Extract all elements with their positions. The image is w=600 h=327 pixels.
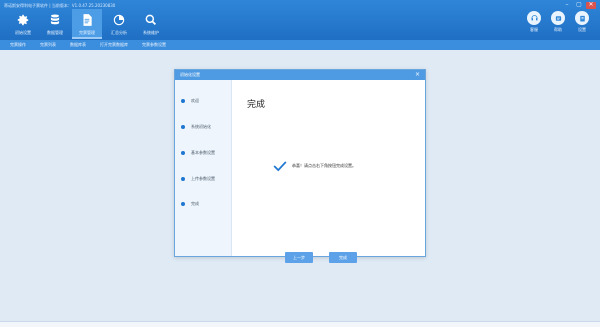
dialog-body: 欢迎 系统初始化 基本参数设置 上传参数设置 完成 完成 恭喜！请点击右下角按钮… [175, 80, 425, 263]
success-message: 恭喜！请点击右下角按钮完成设置。 [292, 163, 356, 168]
status-bar [0, 321, 600, 327]
gear-icon [15, 12, 31, 28]
tool-support[interactable]: 客服 [524, 11, 544, 33]
step-label: 上传参数设置 [191, 176, 215, 181]
chart-icon [111, 12, 127, 28]
settings-icon [575, 11, 589, 25]
tool-label: 客服 [530, 27, 538, 32]
content-title: 完成 [247, 100, 266, 110]
sub-nav: 完票操作 完票列表 数据库表 打开完票数据库 完票参数设置 [0, 40, 600, 50]
step-item-upload-params: 上传参数设置 [181, 176, 215, 182]
close-button[interactable]: ✕ [586, 2, 596, 9]
subnav-item-open-database[interactable]: 打开完票数据库 [100, 42, 128, 48]
step-dot-icon [181, 177, 185, 181]
step-label: 系统初始化 [191, 124, 211, 129]
step-dot-icon [181, 99, 185, 103]
step-item-welcome: 欢迎 [181, 98, 199, 104]
subnav-item-list[interactable]: 完票列表 [40, 42, 56, 48]
tool-help[interactable]: 帮助 [548, 11, 568, 33]
step-dot-icon [181, 125, 185, 129]
maximize-button[interactable]: ▢ [574, 2, 584, 9]
step-item-basic-params: 基本参数设置 [181, 150, 215, 156]
tool-label: 帮助 [554, 27, 562, 32]
nav-label: 初始设置 [15, 30, 31, 35]
nav-item-data-management[interactable]: 数据管理 [40, 9, 70, 39]
nav-label: 系统维护 [143, 30, 159, 35]
headset-icon [527, 11, 541, 25]
nav-item-system-maintenance[interactable]: 系统维护 [136, 9, 166, 39]
step-dot-icon [181, 202, 185, 206]
setup-dialog: 初始化设置 × 欢迎 系统初始化 基本参数设置 上传参数设置 完成 完成 恭喜！… [174, 69, 426, 263]
nav-label: 数据管理 [47, 30, 63, 35]
step-label: 基本参数设置 [191, 150, 215, 155]
back-button[interactable]: 上一步 [285, 252, 313, 263]
dialog-close-icon[interactable]: × [415, 72, 420, 78]
subnav-item-operations[interactable]: 完票操作 [10, 42, 26, 48]
finish-button[interactable]: 完成 [329, 252, 357, 263]
window-controls: – ▢ ✕ [562, 2, 596, 9]
nav-label: 汇总分析 [111, 30, 127, 35]
success-message-row: 恭喜！请点击右下角按钮完成设置。 [273, 160, 356, 172]
step-item-complete: 完成 [181, 201, 199, 207]
subnav-item-parameters[interactable]: 完票参数设置 [142, 42, 166, 48]
database-icon [47, 12, 63, 28]
step-dot-icon [181, 151, 185, 155]
step-list: 欢迎 系统初始化 基本参数设置 上传参数设置 完成 [175, 80, 232, 256]
help-icon [551, 11, 565, 25]
minimize-button[interactable]: – [562, 2, 572, 9]
tool-label: 设置 [578, 27, 586, 32]
step-item-system-init: 系统初始化 [181, 124, 211, 130]
dialog-title: 初始化设置 [180, 72, 200, 77]
nav-item-ticket-management[interactable]: 完票管理 [72, 9, 102, 39]
nav-item-initial-settings[interactable]: 初始设置 [8, 9, 38, 39]
step-label: 欢迎 [191, 98, 199, 103]
nav-label: 完票管理 [79, 30, 95, 35]
main-nav: 初始设置 数据管理 完票管理 汇总分析 系统维护 [8, 9, 166, 39]
subnav-item-tables[interactable]: 数据库表 [70, 42, 86, 48]
dialog-titlebar: 初始化设置 × [175, 70, 425, 80]
document-icon [79, 12, 95, 28]
check-icon [273, 161, 287, 172]
dialog-content: 完成 恭喜！请点击右下角按钮完成设置。 上一步 完成 [233, 80, 425, 263]
nav-item-summary-analysis[interactable]: 汇总分析 [104, 9, 134, 39]
settings-search-icon [143, 12, 159, 28]
step-label: 完成 [191, 201, 199, 206]
app-header: 蒂诺斯安得利电子票软件 | 当前版本：V1.0.47.25.20230830 –… [0, 0, 600, 40]
right-tools: 客服 帮助 设置 [524, 11, 592, 33]
tool-settings[interactable]: 设置 [572, 11, 592, 33]
